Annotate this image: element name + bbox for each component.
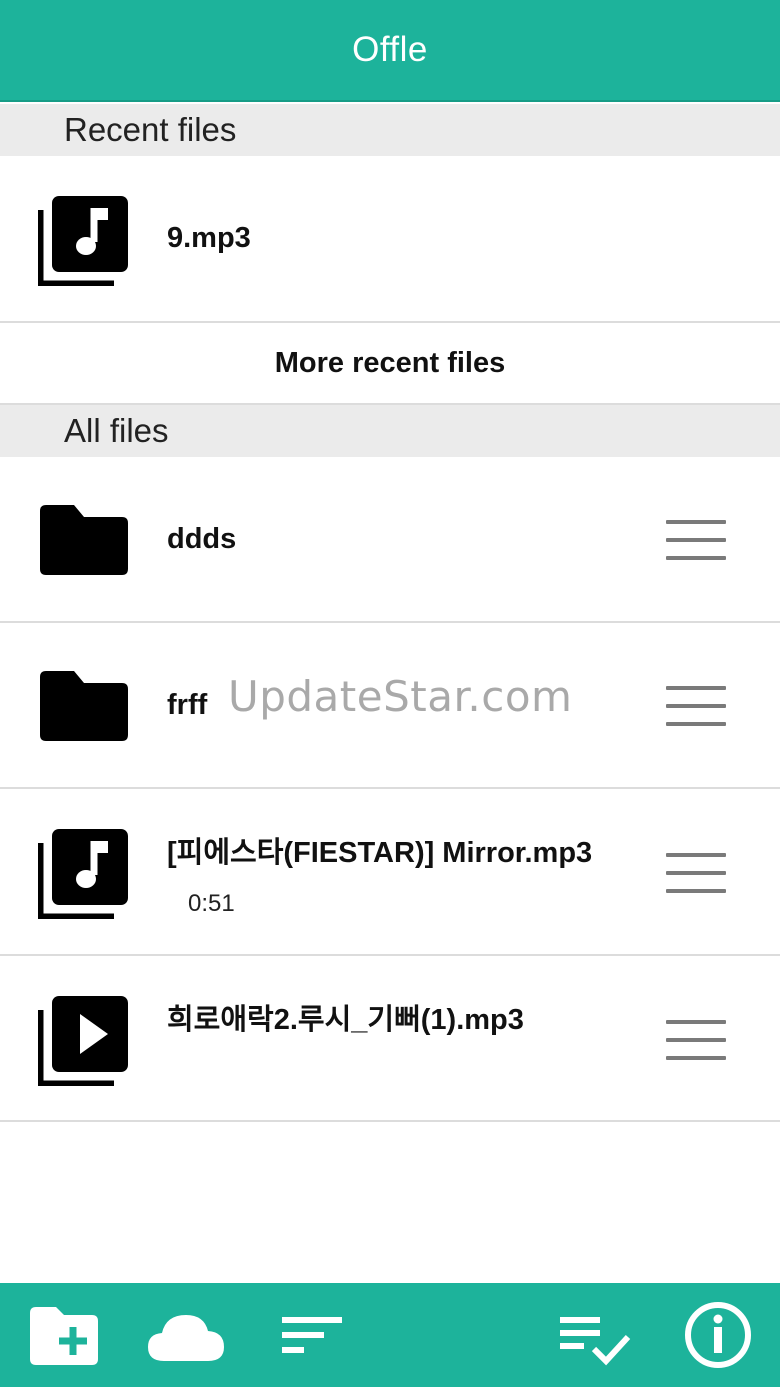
bottom-toolbar — [0, 1283, 780, 1387]
file-row[interactable]: 희로애락2.루시_기뻐(1).mp3 — [0, 956, 780, 1122]
drag-handle-icon[interactable] — [664, 851, 728, 895]
checklist-icon[interactable] — [554, 1297, 634, 1373]
cloud-icon[interactable] — [146, 1297, 226, 1373]
sort-icon[interactable] — [272, 1297, 352, 1373]
drag-handle-icon[interactable] — [664, 684, 728, 728]
file-name: ddds — [167, 523, 237, 555]
info-icon[interactable] — [678, 1297, 758, 1373]
app-title: Offle — [352, 30, 428, 69]
add-folder-icon[interactable] — [24, 1297, 104, 1373]
more-recent-files-button[interactable]: More recent files — [0, 323, 780, 405]
app-header: Offle — [0, 0, 780, 102]
file-row[interactable]: ddds — [0, 457, 780, 623]
recent-file-row[interactable]: 9.mp3 — [0, 156, 780, 323]
all-files-header: All files — [0, 405, 780, 457]
file-duration: 0:51 — [188, 890, 235, 917]
recent-files-header: Recent files — [0, 104, 780, 156]
folder-icon — [40, 671, 128, 741]
music-library-icon — [38, 196, 128, 286]
file-row[interactable]: [피에스타(FIESTAR)] Mirror.mp3 0:51 — [0, 789, 780, 956]
folder-icon — [40, 505, 128, 575]
file-name: [피에스타(FIESTAR)] Mirror.mp3 — [167, 837, 593, 869]
video-library-icon — [38, 996, 128, 1086]
watermark-text: UpdateStar.com — [228, 672, 573, 721]
file-name: 희로애락2.루시_기뻐(1).mp3 — [167, 1004, 524, 1036]
drag-handle-icon[interactable] — [664, 518, 728, 562]
file-name: frff — [167, 689, 208, 721]
music-library-icon — [38, 829, 128, 919]
file-name: 9.mp3 — [167, 222, 251, 254]
drag-handle-icon[interactable] — [664, 1018, 728, 1062]
